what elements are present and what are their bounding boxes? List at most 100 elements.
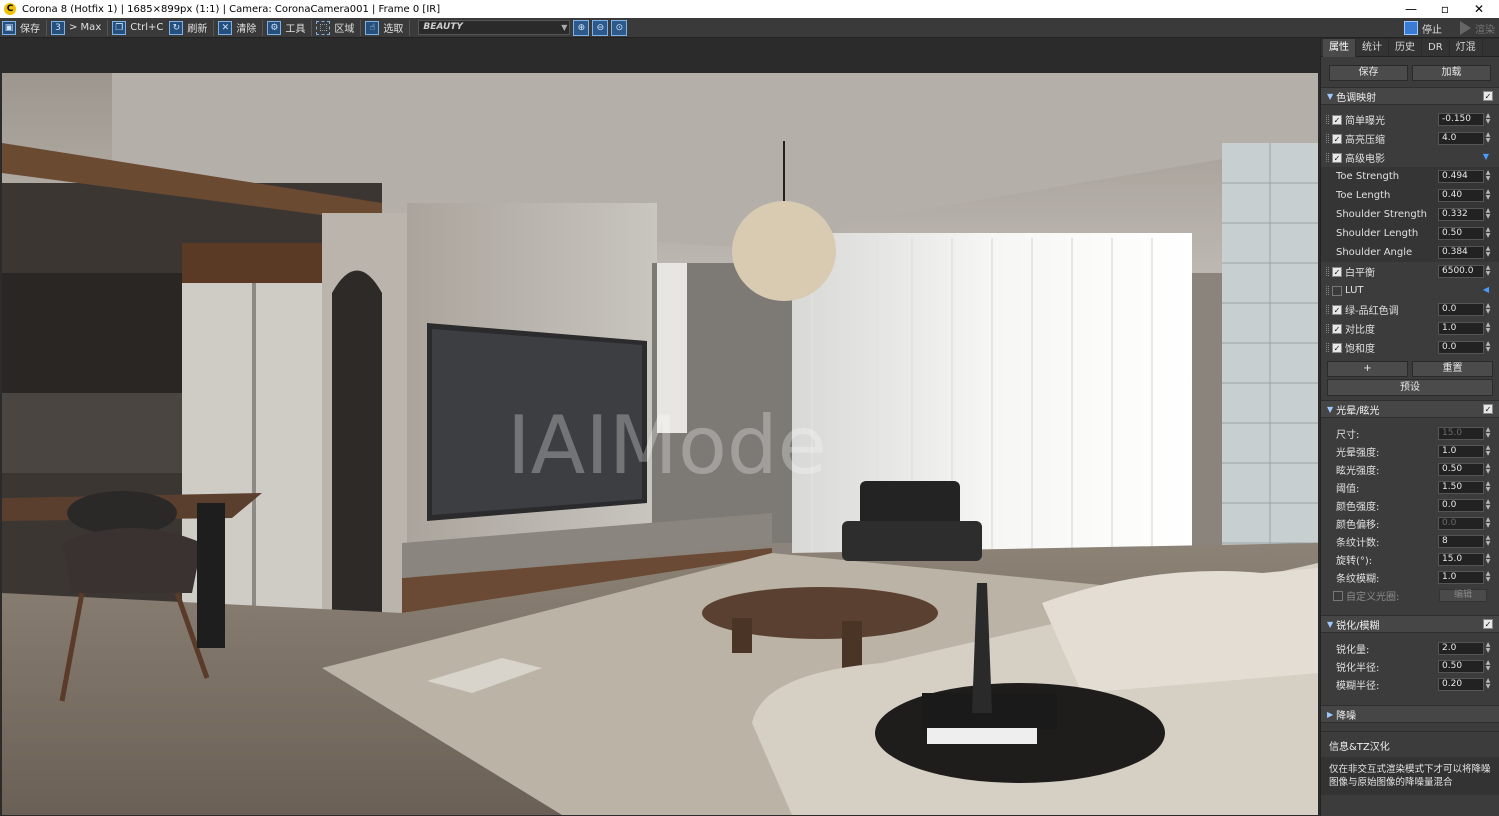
value-field[interactable]: 0.0	[1438, 341, 1484, 354]
value-field[interactable]: 4.0	[1438, 132, 1484, 145]
spinner-arrows-icon[interactable]: ▲ ▼	[1484, 427, 1492, 440]
value-field[interactable]: 0.20	[1438, 678, 1484, 691]
value-spinner[interactable]: 0.0 ▲ ▼	[1438, 517, 1492, 530]
value-spinner[interactable]: 15.0 ▲ ▼	[1438, 553, 1492, 566]
operator-checkbox[interactable]: ✓	[1332, 152, 1342, 163]
value-spinner[interactable]: 0.20 ▲ ▼	[1438, 678, 1492, 691]
edit-aperture-button[interactable]: 编辑	[1439, 589, 1487, 602]
value-spinner[interactable]: 6500.0 ▲ ▼	[1438, 265, 1492, 278]
minimize-button[interactable]: —	[1394, 0, 1428, 18]
operator-checkbox[interactable]: ✓	[1332, 133, 1342, 144]
value-spinner[interactable]: 1.0 ▲ ▼	[1438, 571, 1492, 584]
spinner-arrows-icon[interactable]: ▲ ▼	[1484, 208, 1492, 221]
value-spinner[interactable]: 0.494 ▲ ▼	[1438, 170, 1492, 183]
value-field[interactable]: 1.0	[1438, 571, 1484, 584]
spinner-arrows-icon[interactable]: ▲ ▼	[1484, 445, 1492, 458]
render-viewport[interactable]: IAIMode	[0, 39, 1320, 816]
value-spinner[interactable]: 4.0 ▲ ▼	[1438, 132, 1492, 145]
spinner-arrows-icon[interactable]: ▲ ▼	[1484, 553, 1492, 566]
value-field[interactable]: 0.50	[1438, 463, 1484, 476]
collapse-arrow-icon[interactable]: ◀	[1483, 285, 1489, 294]
save-button[interactable]: ▣ 保存	[0, 19, 44, 37]
preset-button[interactable]: 预设	[1327, 379, 1493, 396]
value-field[interactable]: 1.0	[1438, 322, 1484, 335]
tab-lightmix[interactable]: 灯混	[1450, 39, 1483, 57]
send-to-max-button[interactable]: 3 > Max	[49, 19, 105, 37]
value-field[interactable]: 0.50	[1438, 660, 1484, 673]
tab-stats[interactable]: 统计	[1356, 39, 1389, 57]
denoise-header[interactable]: ▶ 降噪	[1321, 705, 1499, 723]
value-spinner[interactable]: 0.0 ▲ ▼	[1438, 303, 1492, 316]
operator-checkbox[interactable]: ✓	[1332, 266, 1342, 277]
value-spinner[interactable]: 0.50 ▲ ▼	[1438, 227, 1492, 240]
spinner-arrows-icon[interactable]: ▲ ▼	[1484, 642, 1492, 655]
value-field[interactable]: 15.0	[1438, 427, 1484, 440]
value-spinner[interactable]: 0.332 ▲ ▼	[1438, 208, 1492, 221]
value-field[interactable]: 15.0	[1438, 553, 1484, 566]
value-spinner[interactable]: 0.384 ▲ ▼	[1438, 246, 1492, 259]
spinner-arrows-icon[interactable]: ▲ ▼	[1484, 227, 1492, 240]
operator-checkbox[interactable]: ✓	[1332, 285, 1342, 296]
spinner-arrows-icon[interactable]: ▲ ▼	[1484, 463, 1492, 476]
zoom-in-button[interactable]: ⊕	[573, 19, 590, 36]
value-spinner[interactable]: 1.0 ▲ ▼	[1438, 322, 1492, 335]
sharpen-blur-checkbox[interactable]: ✓	[1483, 619, 1493, 629]
drag-grip-icon[interactable]	[1326, 153, 1329, 162]
value-field[interactable]: 1.0	[1438, 445, 1484, 458]
pick-button[interactable]: ☝ 选取	[363, 19, 407, 37]
bloom-glare-header[interactable]: ▼ 光晕/眩光 ✓	[1321, 400, 1499, 418]
value-field[interactable]: 6500.0	[1438, 265, 1484, 278]
value-field[interactable]: 0.384	[1438, 246, 1484, 259]
stop-button[interactable]: 停止	[1402, 19, 1446, 37]
value-spinner[interactable]: 0.50 ▲ ▼	[1438, 463, 1492, 476]
value-spinner[interactable]: -0.150 ▲ ▼	[1438, 113, 1492, 126]
value-field[interactable]: 8	[1438, 535, 1484, 548]
custom-aperture-checkbox[interactable]: ✓	[1333, 590, 1343, 601]
spinner-arrows-icon[interactable]: ▲ ▼	[1484, 481, 1492, 494]
bloom-glare-checkbox[interactable]: ✓	[1483, 404, 1493, 414]
maximize-button[interactable]: ▫	[1428, 0, 1462, 18]
tone-mapping-checkbox[interactable]: ✓	[1483, 91, 1493, 101]
copy-button[interactable]: ❐ Ctrl+C	[110, 19, 167, 37]
drag-grip-icon[interactable]	[1326, 267, 1329, 276]
spinner-arrows-icon[interactable]: ▲ ▼	[1484, 113, 1492, 126]
value-field[interactable]: 0.0	[1438, 499, 1484, 512]
region-button[interactable]: ⬚ 区域	[314, 19, 358, 37]
zoom-fit-button[interactable]: ⊙	[611, 19, 628, 36]
operator-checkbox[interactable]: ✓	[1332, 323, 1342, 334]
operator-checkbox[interactable]: ✓	[1332, 342, 1342, 353]
spinner-arrows-icon[interactable]: ▲ ▼	[1484, 678, 1492, 691]
value-spinner[interactable]: 0.0 ▲ ▼	[1438, 341, 1492, 354]
spinner-arrows-icon[interactable]: ▲ ▼	[1484, 265, 1492, 278]
drag-grip-icon[interactable]	[1326, 115, 1329, 124]
value-field[interactable]: 1.50	[1438, 481, 1484, 494]
expand-arrow-icon[interactable]: ▼	[1483, 152, 1489, 161]
close-button[interactable]: ✕	[1462, 0, 1496, 18]
add-operator-button[interactable]: +	[1327, 361, 1408, 377]
tone-mapping-header[interactable]: ▼ 色调映射 ✓	[1321, 87, 1499, 105]
spinner-arrows-icon[interactable]: ▲ ▼	[1484, 303, 1492, 316]
spinner-arrows-icon[interactable]: ▲ ▼	[1484, 535, 1492, 548]
tab-properties[interactable]: 属性	[1323, 39, 1356, 57]
value-field[interactable]: 0.0	[1438, 303, 1484, 316]
value-spinner[interactable]: 15.0 ▲ ▼	[1438, 427, 1492, 440]
spinner-arrows-icon[interactable]: ▲ ▼	[1484, 341, 1492, 354]
refresh-button[interactable]: ↻ 刷新	[167, 19, 211, 37]
value-field[interactable]: 0.0	[1438, 517, 1484, 530]
spinner-arrows-icon[interactable]: ▲ ▼	[1484, 132, 1492, 145]
drag-grip-icon[interactable]	[1326, 343, 1329, 352]
drag-grip-icon[interactable]	[1326, 134, 1329, 143]
spinner-arrows-icon[interactable]: ▲ ▼	[1484, 246, 1492, 259]
tools-button[interactable]: ⚙ 工具	[265, 19, 309, 37]
render-button[interactable]: 渲染	[1446, 19, 1499, 37]
value-field[interactable]: 0.40	[1438, 189, 1484, 202]
zoom-out-button[interactable]: ⊖	[592, 19, 609, 36]
drag-grip-icon[interactable]	[1326, 305, 1329, 314]
clear-button[interactable]: ✕ 清除	[216, 19, 260, 37]
render-pass-select[interactable]: BEAUTY ▼	[418, 20, 571, 35]
spinner-arrows-icon[interactable]: ▲ ▼	[1484, 170, 1492, 183]
value-spinner[interactable]: 1.0 ▲ ▼	[1438, 445, 1492, 458]
value-spinner[interactable]: 1.50 ▲ ▼	[1438, 481, 1492, 494]
tab-history[interactable]: 历史	[1389, 39, 1422, 57]
value-spinner[interactable]: 0.40 ▲ ▼	[1438, 189, 1492, 202]
